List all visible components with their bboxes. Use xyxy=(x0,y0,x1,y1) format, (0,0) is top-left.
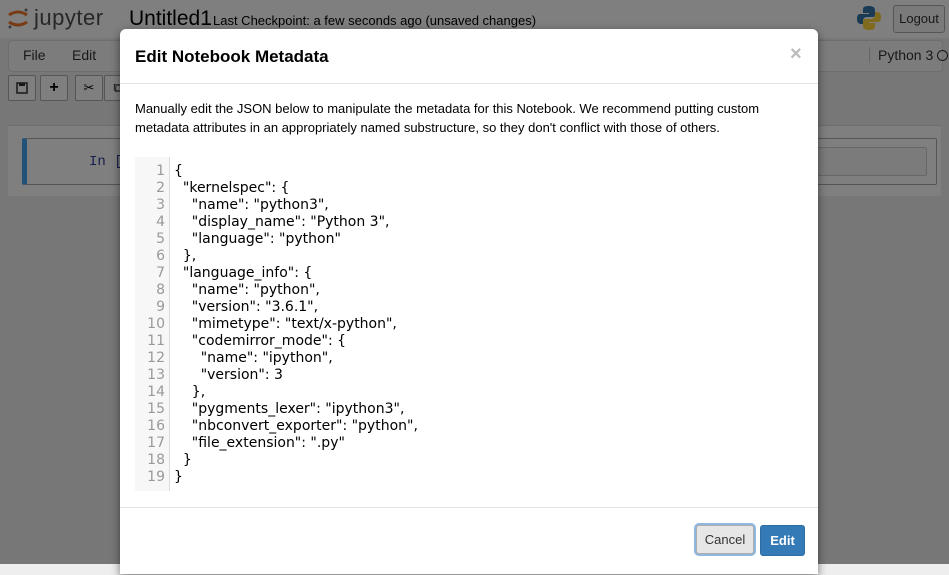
code-text: "mimetype": "text/x-python", xyxy=(174,316,397,332)
line-number: 6 xyxy=(156,248,165,264)
line-number: 17 xyxy=(147,435,165,451)
code-text: }, xyxy=(174,384,206,400)
line-number: 14 xyxy=(147,384,165,400)
code-text: "name": "python", xyxy=(174,282,320,298)
code-text: "display_name": "Python 3", xyxy=(174,214,390,230)
code-text: "kernelspec": { xyxy=(174,180,290,196)
edit-button[interactable]: Edit xyxy=(760,525,805,556)
line-number: 1 xyxy=(156,163,165,179)
line-number: 15 xyxy=(147,401,165,417)
json-editor[interactable]: 1 {2 "kernelspec": { 3 "name": "python3", 4… xyxy=(135,157,805,491)
modal-header: Edit Notebook Metadata × xyxy=(120,29,818,84)
modal-description: Manually edit the JSON below to manipula… xyxy=(135,101,760,135)
edit-metadata-dialog: Edit Notebook Metadata × Manually edit t… xyxy=(120,29,818,574)
line-number: 8 xyxy=(156,282,165,298)
code-text: "name": "python3", xyxy=(174,197,329,213)
code-text: } xyxy=(174,452,192,468)
line-number: 10 xyxy=(147,316,165,332)
code-text: "version": "3.6.1", xyxy=(174,299,319,315)
cancel-button[interactable]: Cancel xyxy=(696,525,754,554)
code-text: } xyxy=(174,469,183,485)
code-text: "codemirror_mode": { xyxy=(174,333,347,349)
modal-title: Edit Notebook Metadata xyxy=(135,47,329,66)
code-text: "pygments_lexer": "ipython3", xyxy=(174,401,405,417)
line-number: 13 xyxy=(147,367,165,383)
modal-footer: Cancel Edit xyxy=(120,507,818,575)
line-number: 9 xyxy=(156,299,165,315)
line-number: 3 xyxy=(156,197,165,213)
code-text: "name": "ipython", xyxy=(174,350,333,366)
code-text: "language_info": { xyxy=(174,265,313,281)
code-text: { xyxy=(174,163,183,179)
line-number: 7 xyxy=(156,265,165,281)
line-number: 5 xyxy=(156,231,165,247)
line-number: 18 xyxy=(147,452,165,468)
code-text: "file_extension": ".py" xyxy=(174,435,345,451)
line-number: 4 xyxy=(156,214,165,230)
code-text: "version": 3 xyxy=(174,367,283,383)
line-number: 19 xyxy=(147,469,165,485)
line-number: 12 xyxy=(147,350,165,366)
line-number: 16 xyxy=(147,418,165,434)
line-number: 11 xyxy=(147,333,165,349)
close-icon[interactable]: × xyxy=(790,43,802,66)
code-text: }, xyxy=(174,248,197,264)
code-text: "language": "python" xyxy=(174,231,341,247)
line-number: 2 xyxy=(156,180,165,196)
code-text: "nbconvert_exporter": "python", xyxy=(174,418,418,434)
